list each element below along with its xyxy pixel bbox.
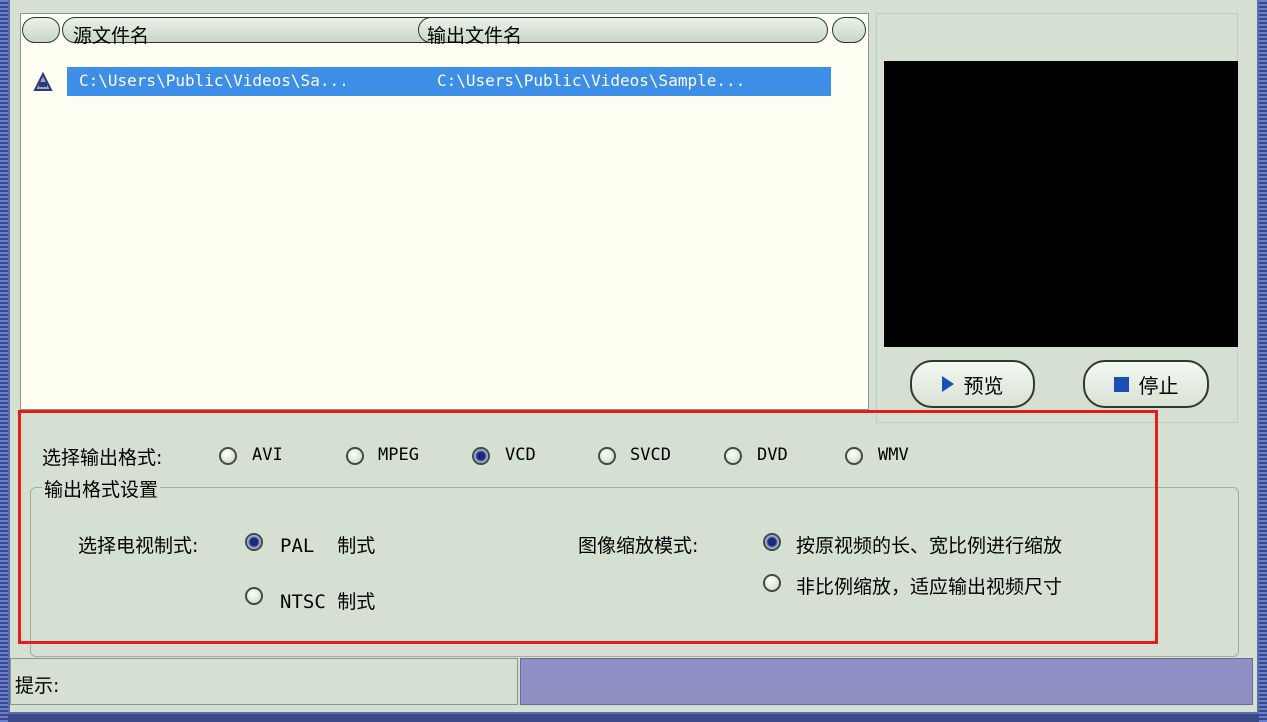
table-row[interactable]: C:\Users\Public\Videos\Sa... C:\Users\Pu… — [29, 67, 849, 96]
row-selection: C:\Users\Public\Videos\Sa... C:\Users\Pu… — [67, 67, 831, 96]
radio-avi[interactable] — [219, 447, 237, 465]
radio-pal-label[interactable]: PAL 制式 — [280, 531, 375, 558]
radio-scale-stretch[interactable] — [763, 574, 781, 592]
radio-scale-stretch-label[interactable]: 非比例缩放，适应输出视频尺寸 — [796, 572, 1062, 599]
radio-vcd-label[interactable]: VCD — [505, 445, 536, 465]
radio-pal[interactable] — [245, 533, 263, 551]
window-right-border — [1259, 0, 1267, 722]
header-spacer — [22, 17, 60, 43]
radio-dvd[interactable] — [724, 447, 742, 465]
stop-icon — [1113, 376, 1129, 392]
preview-button[interactable]: 预览 — [910, 360, 1035, 408]
status-bar: 提示: — [10, 658, 1253, 705]
status-hint-label: 提示: — [15, 675, 60, 697]
radio-mpeg-label[interactable]: MPEG — [378, 445, 419, 465]
column-header-source-label: 源文件名 — [73, 25, 150, 47]
cell-source: C:\Users\Public\Videos\Sa... — [79, 71, 349, 90]
tv-system-label: 选择电视制式: — [78, 535, 199, 557]
play-icon — [941, 376, 954, 392]
cell-output: C:\Users\Public\Videos\Sample... — [437, 71, 746, 90]
radio-scale-keep-ratio-label[interactable]: 按原视频的长、宽比例进行缩放 — [796, 531, 1062, 558]
radio-wmv[interactable] — [845, 447, 863, 465]
radio-wmv-label[interactable]: WMV — [878, 445, 909, 465]
output-settings-title: 输出格式设置 — [42, 475, 161, 502]
scale-mode-label: 图像缩放模式: — [578, 535, 699, 557]
radio-ntsc-label[interactable]: NTSC 制式 — [280, 587, 375, 614]
preview-panel: 预览 停止 — [876, 13, 1238, 423]
column-header-source[interactable]: 源文件名 — [62, 17, 446, 47]
video-preview-screen — [884, 61, 1238, 347]
radio-dvd-label[interactable]: DVD — [757, 445, 788, 465]
radio-ntsc[interactable] — [245, 587, 263, 605]
column-header-output-label: 输出文件名 — [427, 25, 523, 47]
output-format-label: 选择输出格式: — [42, 447, 163, 469]
stop-button-label: 停止 — [1138, 373, 1179, 398]
radio-mpeg[interactable] — [346, 447, 364, 465]
header-end — [832, 17, 866, 43]
file-list-header: 源文件名 输出文件名 — [22, 15, 867, 47]
radio-avi-label[interactable]: AVI — [252, 445, 283, 465]
window-left-border — [0, 0, 8, 722]
file-list[interactable]: 源文件名 输出文件名 C:\Users\Public\Videos\Sa... … — [20, 13, 869, 410]
radio-svcd[interactable] — [598, 447, 616, 465]
stop-button[interactable]: 停止 — [1083, 360, 1209, 408]
column-header-output[interactable]: 输出文件名 — [418, 17, 828, 47]
radio-scale-keep-ratio[interactable] — [763, 533, 781, 551]
radio-svcd-label[interactable]: SVCD — [630, 445, 671, 465]
status-hint-panel: 提示: — [10, 658, 518, 705]
status-progress-panel — [520, 658, 1253, 705]
radio-vcd[interactable] — [472, 447, 490, 465]
film-icon — [33, 71, 53, 91]
preview-button-label: 预览 — [963, 373, 1004, 398]
